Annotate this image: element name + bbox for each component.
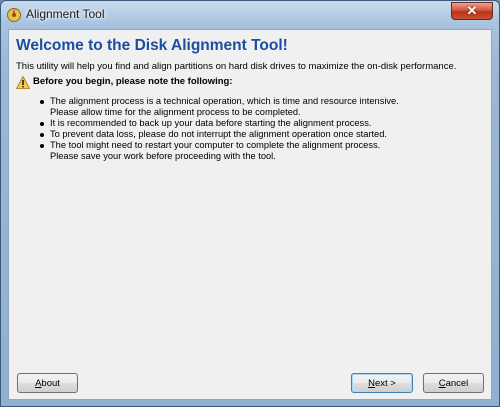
list-item: It is recommended to back up your data b… [39, 118, 479, 129]
cancel-label: ancel [445, 378, 469, 389]
note-line: The alignment process is a technical ope… [50, 96, 399, 106]
title-bar[interactable]: Alignment Tool ✕ [1, 1, 499, 29]
page-heading: Welcome to the Disk Alignment Tool! [16, 37, 288, 54]
note-line: Please save your work before proceeding … [50, 151, 276, 161]
intro-text: This utility will help you find and alig… [16, 61, 457, 72]
note-line: The tool might need to restart your comp… [50, 140, 381, 150]
note-line: It is recommended to back up your data b… [50, 118, 372, 128]
alignment-tool-window: Alignment Tool ✕ Welcome to the Disk Ali… [0, 0, 500, 407]
about-button[interactable]: About [17, 373, 78, 393]
window-title: Alignment Tool [26, 7, 105, 21]
notes-list: The alignment process is a technical ope… [39, 96, 479, 162]
list-item: The alignment process is a technical ope… [39, 96, 479, 118]
warning-icon [16, 76, 30, 89]
note-line: To prevent data loss, please do not inte… [50, 129, 387, 139]
cancel-mnemonic: C [438, 378, 446, 389]
warning-text: Before you begin, please note the follow… [33, 76, 233, 87]
cancel-button[interactable]: Cancel [423, 373, 484, 393]
app-icon [7, 8, 21, 22]
dialog-content: Welcome to the Disk Alignment Tool! This… [8, 29, 492, 400]
next-label: ext > [375, 378, 396, 389]
list-item: To prevent data loss, please do not inte… [39, 129, 479, 140]
close-icon: ✕ [466, 3, 478, 18]
about-label: bout [41, 378, 60, 389]
next-button[interactable]: Next > [351, 373, 413, 393]
note-line: Please allow time for the alignment proc… [50, 107, 301, 117]
next-mnemonic: N [368, 378, 375, 389]
close-button[interactable]: ✕ [451, 2, 493, 20]
list-item: The tool might need to restart your comp… [39, 140, 479, 162]
